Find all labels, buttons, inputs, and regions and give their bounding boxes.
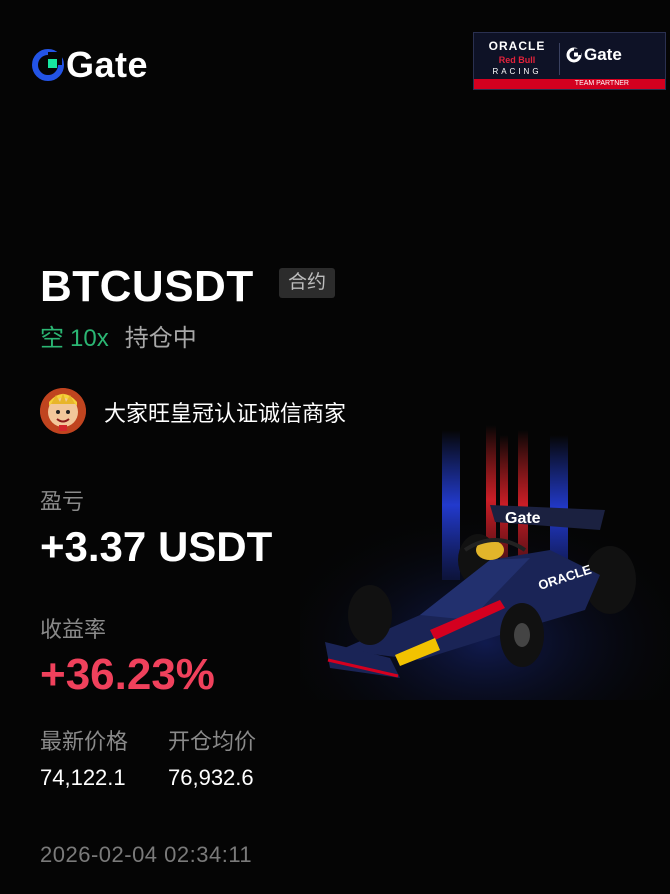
gate-logo: Gate <box>32 44 148 86</box>
partner-gate-text: Gate <box>584 45 622 64</box>
svg-text:Gate: Gate <box>505 510 541 527</box>
partner-gate-logo: Gate <box>566 45 622 65</box>
avatar <box>40 388 86 434</box>
roi-value: +36.23% <box>40 650 215 699</box>
position-status: 持仓中 <box>124 325 197 352</box>
partner-divider <box>559 43 560 75</box>
partner-caption: TEAM PARTNER <box>474 79 665 89</box>
leverage: 10x <box>70 325 109 352</box>
trading-pair: BTCUSDT <box>40 262 254 311</box>
timestamp: 2026-02-04 02:34:11 <box>40 842 253 867</box>
brand-name: Gate <box>66 44 149 85</box>
avatar-icon <box>40 388 86 434</box>
position-info: 空 10x 持仓中 <box>40 318 197 353</box>
roi-label: 收益率 <box>40 617 107 642</box>
entry-price-value: 76,932.6 <box>168 765 254 790</box>
entry-price-label: 开仓均价 <box>168 729 257 754</box>
red-bull-racing-logo: ORACLE Red Bull RACING <box>482 39 552 76</box>
partner-line1: ORACLE <box>488 39 546 53</box>
team-partner-badge: ORACLE Red Bull RACING Gate TEAM PARTNER <box>473 32 666 90</box>
last-price-value: 74,122.1 <box>40 765 126 790</box>
gate-logo-icon <box>32 49 64 81</box>
position-side: 空 <box>40 325 64 352</box>
gate-logo-icon <box>566 47 582 63</box>
partner-line3: RACING <box>492 67 542 76</box>
partner-line2: Red Bull <box>498 55 536 65</box>
pnl-label: 盈亏 <box>40 489 85 514</box>
f1-car-illustration: Gate ORACLE <box>300 425 670 700</box>
pnl-value: +3.37 USDT <box>40 523 273 570</box>
contract-tag: 合约 <box>279 268 335 298</box>
share-card: Gate ORACLE Red Bull RACING Gate TEAM PA… <box>0 0 670 894</box>
last-price-label: 最新价格 <box>40 729 129 754</box>
